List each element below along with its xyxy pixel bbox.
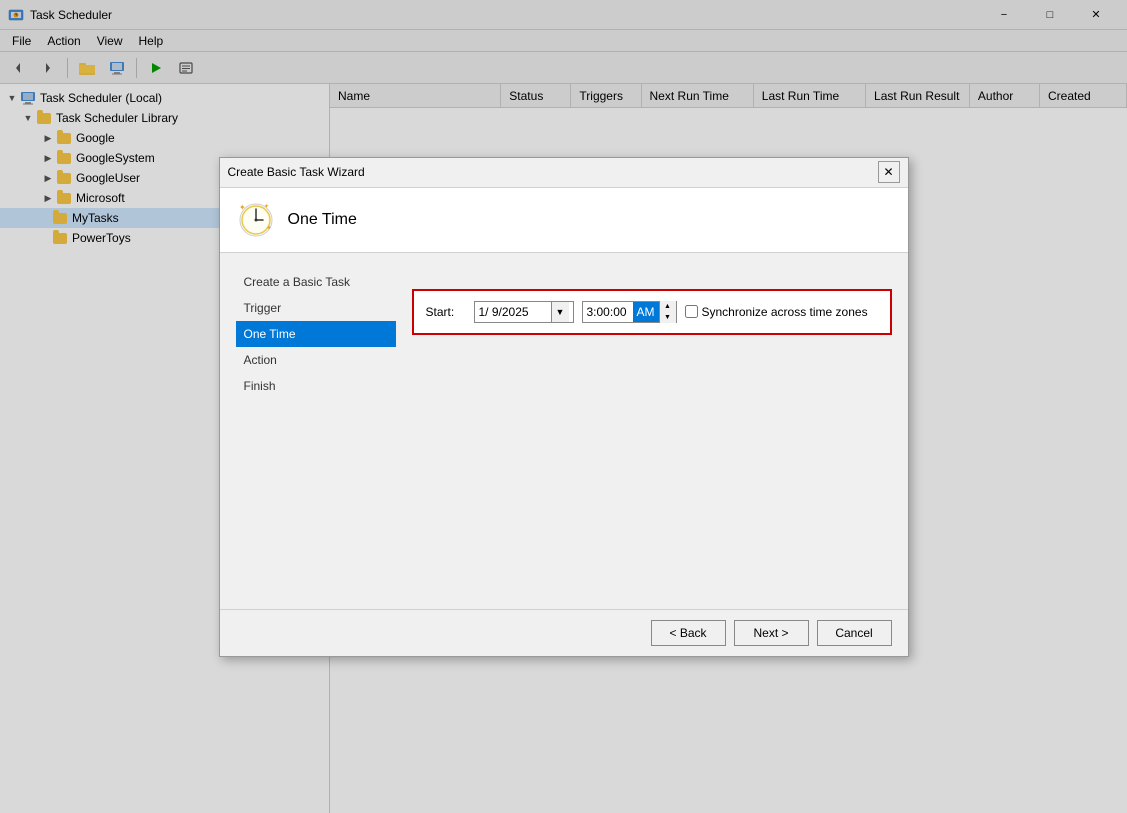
start-section: Start: 1/ 9/2025 ▼ 3:00:00 AM ▲ ▼ <box>412 289 892 335</box>
dialog-footer: < Back Next > Cancel <box>220 609 908 656</box>
svg-text:✦: ✦ <box>266 224 272 232</box>
wizard-title: One Time <box>288 211 357 229</box>
sync-timezone-checkbox[interactable] <box>685 305 698 318</box>
step-trigger[interactable]: Trigger <box>236 295 396 321</box>
wizard-clock-icon: ✦ ✦ ✦ <box>236 200 276 240</box>
sync-label[interactable]: Synchronize across time zones <box>702 305 868 319</box>
time-value: 3:00:00 <box>583 305 633 319</box>
step-create-basic-task[interactable]: Create a Basic Task <box>236 269 396 295</box>
cancel-button[interactable]: Cancel <box>817 620 892 646</box>
ampm-value[interactable]: AM <box>633 302 659 322</box>
modal-overlay: Create Basic Task Wizard ✕ ✦ ✦ ✦ <box>0 0 1127 813</box>
dialog: Create Basic Task Wizard ✕ ✦ ✦ ✦ <box>219 157 909 657</box>
step-one-time[interactable]: One Time <box>236 321 396 347</box>
svg-text:✦: ✦ <box>264 203 269 210</box>
wizard-header: ✦ ✦ ✦ One Time <box>220 188 908 253</box>
date-value: 1/ 9/2025 <box>479 305 551 319</box>
time-input-group[interactable]: 3:00:00 AM ▲ ▼ <box>582 301 677 323</box>
step-action[interactable]: Action <box>236 347 396 373</box>
time-spin-up-button[interactable]: ▲ <box>660 301 676 312</box>
svg-text:✦: ✦ <box>239 203 246 212</box>
date-picker-button[interactable]: ▼ <box>551 302 569 322</box>
time-spinner: ▲ ▼ <box>659 301 676 323</box>
back-button[interactable]: < Back <box>651 620 726 646</box>
start-label: Start: <box>426 305 466 319</box>
sync-checkbox-container: Synchronize across time zones <box>685 305 868 319</box>
dialog-body: Create a Basic Task Trigger One Time Act… <box>220 253 908 609</box>
wizard-steps: Create a Basic Task Trigger One Time Act… <box>236 269 396 593</box>
date-input-container[interactable]: 1/ 9/2025 ▼ <box>474 301 574 323</box>
step-finish[interactable]: Finish <box>236 373 396 399</box>
next-button[interactable]: Next > <box>734 620 809 646</box>
time-spin-down-button[interactable]: ▼ <box>660 312 676 323</box>
wizard-content: Start: 1/ 9/2025 ▼ 3:00:00 AM ▲ ▼ <box>412 269 892 593</box>
dialog-close-button[interactable]: ✕ <box>878 161 900 183</box>
dialog-title: Create Basic Task Wizard <box>228 165 878 179</box>
dialog-title-bar: Create Basic Task Wizard ✕ <box>220 158 908 188</box>
